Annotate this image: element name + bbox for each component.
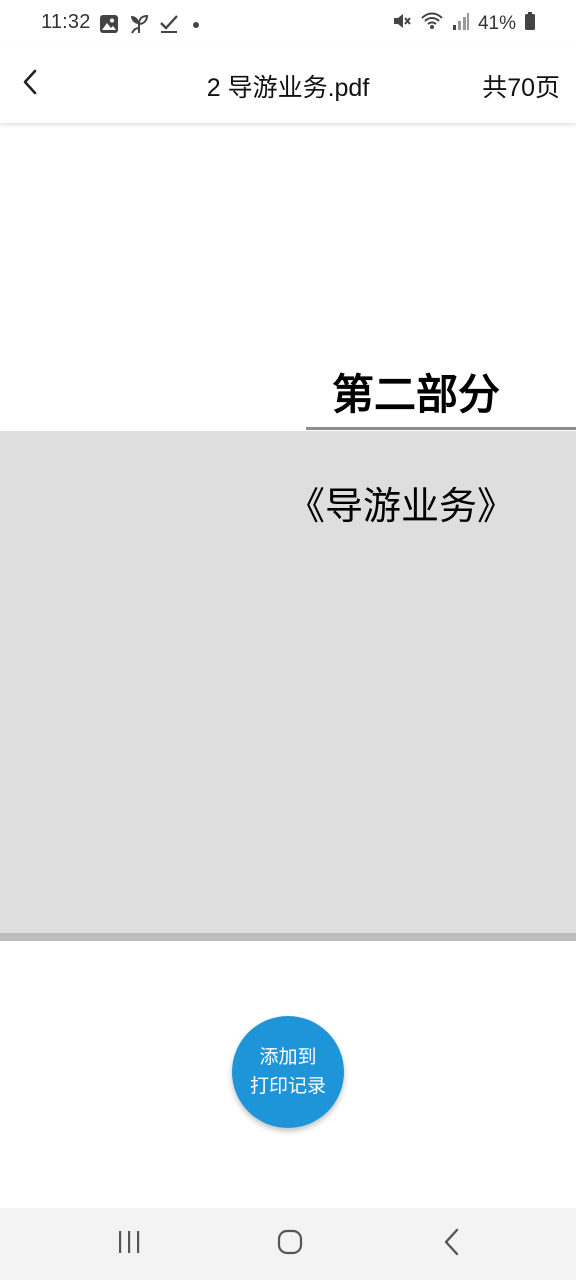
page-count: 共70页 [482,74,560,102]
recent-apps-button[interactable] [99,1222,159,1266]
battery-icon [524,11,536,36]
status-notification-icons [99,13,204,40]
section-heading: 第二部分 [331,370,500,419]
heading-divider [306,427,576,430]
fab-label-line2: 打印记录 [249,1075,326,1097]
back-button[interactable] [10,64,50,104]
section-subtitle: 《导游业务》 [286,484,515,528]
status-time: 11:32 [41,11,91,33]
recent-apps-icon [116,1229,142,1260]
wifi-icon [420,11,444,36]
home-icon [277,1229,303,1260]
signal-icon [452,11,470,36]
system-nav-bar [0,1208,576,1280]
dot-icon [188,16,204,37]
app-header: 2 导游业务.pdf 共70页 [0,48,576,123]
leaf-icon [128,13,150,40]
fab-label-line1: 添加到 [259,1046,317,1068]
status-system-icons: 41% [392,11,536,36]
page-bottom-border [0,933,576,941]
nav-back-button[interactable] [422,1222,482,1266]
home-button[interactable] [260,1222,320,1266]
chevron-left-icon [19,68,41,101]
status-bar: 11:32 41% [0,0,576,48]
pdf-page[interactable]: 第二部分 《导游业务》 [0,125,576,941]
mute-icon [392,11,412,36]
battery-percent: 41% [477,12,516,34]
add-to-print-record-button[interactable]: 添加到 打印记录 [232,1016,344,1128]
document-title: 2 导游业务.pdf [206,74,370,102]
gallery-icon [99,14,119,39]
back-icon [442,1228,462,1261]
check-icon [159,14,179,39]
